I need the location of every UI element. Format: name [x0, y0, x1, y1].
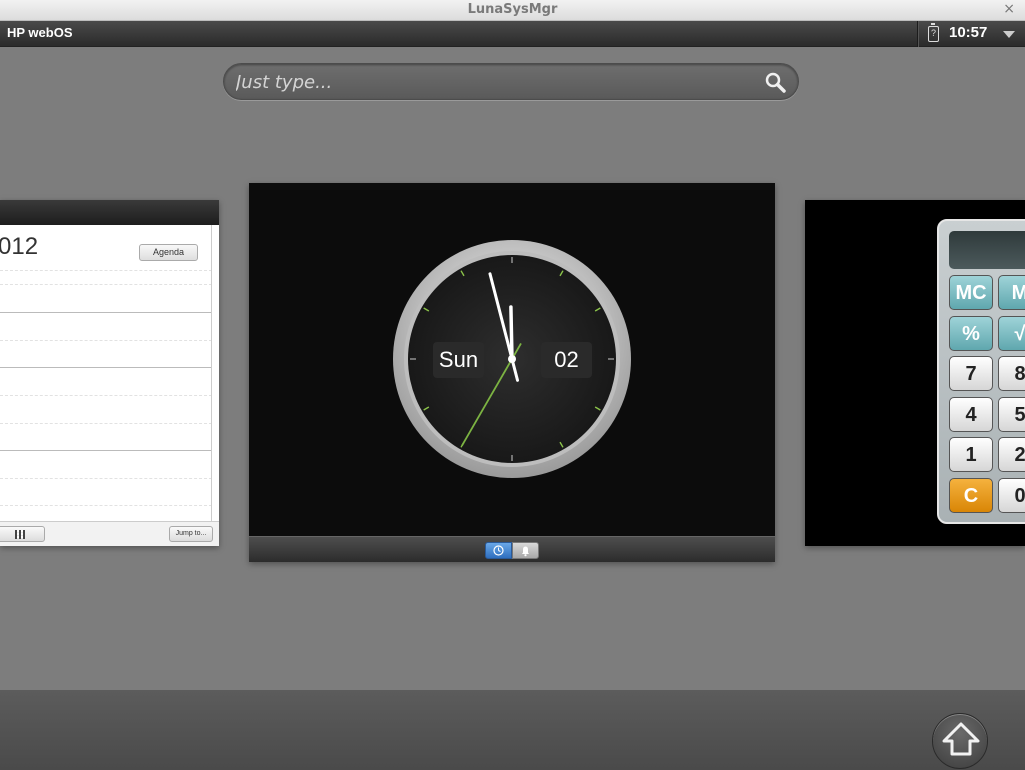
calendar-row [0, 284, 212, 285]
calc-key-mc[interactable]: MC [949, 275, 993, 310]
close-icon[interactable]: × [1003, 1, 1015, 17]
jump-to-button[interactable]: Jump to... [169, 526, 213, 542]
search-icon[interactable] [764, 71, 786, 93]
system-menu[interactable]: ? 10:57 [917, 21, 1025, 47]
calc-key-5[interactable]: 5 [998, 397, 1025, 432]
calc-key-2[interactable]: 2 [998, 437, 1025, 472]
calendar-divider [211, 225, 212, 521]
battery-icon: ? [928, 23, 939, 42]
calc-key-clear[interactable]: C [949, 478, 993, 513]
calc-key-1[interactable]: 1 [949, 437, 993, 472]
calendar-row [0, 312, 212, 313]
calendar-toolbar: Jump to... [0, 521, 219, 546]
calendar-row [0, 450, 212, 451]
clock-card[interactable]: Sun 02 [249, 183, 775, 562]
calc-key-sqrt[interactable]: √ [998, 316, 1025, 351]
calc-key-percent[interactable]: % [949, 316, 993, 351]
calc-key-8[interactable]: 8 [998, 356, 1025, 391]
brand-label[interactable]: HP webOS [7, 25, 73, 40]
calc-key-7[interactable]: 7 [949, 356, 993, 391]
calculator-card[interactable]: MC M % √ 7 8 4 5 1 2 C 0 [805, 200, 1025, 546]
calc-key-0[interactable]: 0 [998, 478, 1025, 513]
chevron-down-icon [1003, 31, 1015, 38]
analog-clock [393, 240, 631, 478]
calendar-row [0, 423, 212, 424]
clock-tab[interactable] [485, 542, 512, 559]
calendar-row [0, 340, 212, 341]
alarm-tab[interactable] [512, 542, 539, 559]
window-title: LunaSysMgr [467, 2, 558, 17]
clock-icon [493, 545, 504, 556]
status-bar: HP webOS ? 10:57 [0, 21, 1025, 47]
calendar-row [0, 478, 212, 479]
calendar-card[interactable]: 012 Agenda Jump to... [0, 200, 219, 546]
bell-icon [522, 546, 529, 557]
home-button[interactable] [932, 713, 988, 769]
status-time: 10:57 [949, 24, 988, 41]
quick-launch-bar [0, 690, 1025, 770]
date-display: 02 [541, 342, 592, 378]
calculator-body: MC M % √ 7 8 4 5 1 2 C 0 [937, 219, 1025, 524]
window-titlebar: LunaSysMgr × [0, 0, 1025, 21]
calc-key-4[interactable]: 4 [949, 397, 993, 432]
month-view-button[interactable] [0, 526, 45, 542]
calendar-header-bar [0, 200, 219, 225]
clock-toolbar [249, 536, 775, 562]
search-input[interactable] [236, 69, 756, 95]
calc-key-m[interactable]: M [998, 275, 1025, 310]
day-display: Sun [433, 342, 484, 378]
calendar-row [0, 270, 212, 271]
grid-icon [15, 530, 25, 539]
calendar-row [0, 367, 212, 368]
search-bar[interactable] [223, 63, 799, 100]
calendar-year: 012 [0, 233, 39, 260]
calendar-row [0, 395, 212, 396]
home-icon [942, 722, 980, 756]
calendar-row [0, 505, 212, 506]
agenda-button[interactable]: Agenda [139, 244, 198, 261]
calculator-display [949, 231, 1025, 269]
